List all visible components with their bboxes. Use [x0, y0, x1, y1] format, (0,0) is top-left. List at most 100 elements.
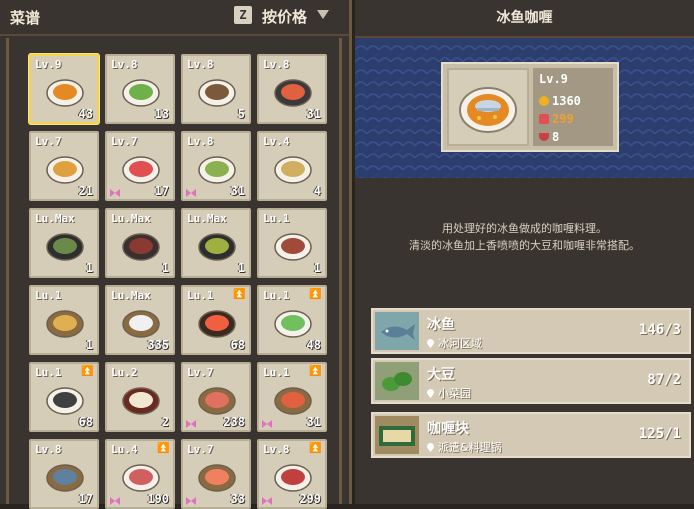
location-pin-icon: [427, 339, 434, 348]
ingredient-row-curry-block[interactable]: 咖喱块 派遣&料理锅 125/1: [371, 412, 691, 458]
location-pin-icon: [427, 389, 434, 398]
recipe-slot[interactable]: Lv.8 31: [257, 54, 327, 124]
recipe-level: Lu.1: [35, 289, 62, 302]
recipe-slot[interactable]: Lv.8 13: [105, 54, 175, 124]
recipe-slot[interactable]: Lu.Max 1: [181, 208, 251, 278]
recipe-count: 1: [85, 338, 93, 352]
ingredient-amount: 87/2: [647, 372, 681, 388]
recipe-slot[interactable]: Lv.7 238: [181, 362, 251, 432]
selected-dish-image: [447, 68, 529, 146]
ham-plate-icon: [122, 464, 160, 492]
sort-dropdown[interactable]: 按价格: [262, 6, 307, 27]
recipe-count: 4: [313, 184, 321, 198]
recipe-slot[interactable]: Lv.7 33: [181, 439, 251, 509]
meat-board-icon: [198, 387, 236, 415]
recipe-count: 31: [306, 107, 321, 121]
recipe-slot[interactable]: Lu.1 1: [29, 285, 99, 355]
ribbon-bow-icon: [186, 189, 196, 197]
recipe-slot[interactable]: Lv.9 43: [29, 54, 99, 124]
ribbon-bow-icon: [262, 420, 272, 428]
fried-fish-plate-icon: [46, 156, 84, 184]
recipe-count: 335: [147, 338, 169, 352]
nigiri-plate-icon: [46, 387, 84, 415]
recipe-slot[interactable]: Lu.1 1: [257, 208, 327, 278]
ingredient-row-soybean[interactable]: 大豆 小菜园 87/2: [371, 358, 691, 404]
recipe-slot[interactable]: Lu.4 ⏫ 190: [105, 439, 175, 509]
recipe-slot[interactable]: Lv.8 5: [181, 54, 251, 124]
recipe-level: Lu.Max: [111, 289, 151, 302]
recipe-level: Lv.8: [263, 443, 290, 456]
recipe-panel-header: 菜谱 Z 按价格: [0, 0, 349, 36]
recipe-count: 68: [78, 415, 93, 429]
dish-description-line-2: 清淡的冰鱼加上香喷喷的大豆和咖喱非常搭配。: [409, 239, 640, 252]
dish-bowls-value: 8: [552, 130, 560, 144]
dish-level: Lv.9: [539, 72, 568, 86]
recipe-slot[interactable]: Lu.1 ⏫ 68: [181, 285, 251, 355]
upgrade-arrow-icon: ⏫: [309, 366, 322, 377]
curry-block-icon: [375, 416, 419, 454]
sushi-platter-icon: [274, 79, 312, 107]
recipe-count: 31: [306, 415, 321, 429]
recipe-slot[interactable]: Lu.1 ⏫ 68: [29, 362, 99, 432]
sushi-rolls-icon: [274, 156, 312, 184]
roast-platter-icon: [274, 233, 312, 261]
ingredient-amount: 146/3: [638, 322, 681, 338]
recipe-count: 43: [78, 107, 93, 121]
recipe-count: 17: [154, 184, 169, 198]
heart-icon: [539, 114, 549, 124]
recipe-slot[interactable]: Lu.2 2: [105, 362, 175, 432]
location-pin-icon: [427, 443, 434, 452]
recipe-slot[interactable]: Lv.8 31: [181, 131, 251, 201]
ribbon-bow-icon: [110, 189, 120, 197]
ribbon-bow-icon: [186, 420, 196, 428]
dish-description-line-1: 用处理好的冰鱼做成的咖喱料理。: [442, 222, 607, 235]
recipe-level: Lu.1: [35, 366, 62, 379]
sushi-tray-icon: [274, 387, 312, 415]
ingredient-name: 咖喱块: [427, 421, 469, 437]
salad-plate-icon: [122, 79, 160, 107]
chevron-down-icon[interactable]: [317, 10, 329, 19]
maki-box-icon: [122, 387, 160, 415]
fish-curry-plate-icon: [46, 79, 84, 107]
veg-dark-bowl-icon: [198, 233, 236, 261]
recipe-count: 238: [223, 415, 245, 429]
recipe-slot[interactable]: Lu.Max 1: [105, 208, 175, 278]
recipe-level: Lu.1: [263, 366, 290, 379]
recipe-slot[interactable]: Lv.7 17: [105, 131, 175, 201]
dish-hearts: 299: [539, 112, 574, 126]
recipe-level: Lu.1: [263, 212, 290, 225]
recipe-panel: 菜谱 Z 按价格 Lv.9 43 Lv.8 13 Lv.8 5 Lv.8 31 Lv.7 21 Lv…: [0, 0, 352, 509]
recipe-level: Lv.8: [187, 58, 214, 71]
sashimi-plate-icon: [122, 156, 160, 184]
tuna-plate-icon: [274, 464, 312, 492]
detail-banner: Lv.9 1360 299 8: [355, 38, 694, 178]
upgrade-arrow-icon: ⏫: [157, 443, 170, 454]
recipe-detail-panel: 冰鱼咖喱 Lv.9 1360 299 8 用处理好的冰鱼做成的咖喱料理。 清淡的…: [355, 0, 694, 504]
recipe-slot[interactable]: Lv.8 ⏫ 299: [257, 439, 327, 509]
ingredient-location: 冰河区域: [427, 335, 482, 351]
recipe-slot[interactable]: Lu.Max 1: [29, 208, 99, 278]
ingredient-row-ice-fish[interactable]: 冰鱼 冰河区域 146/3: [371, 308, 691, 354]
recipe-level: Lu.1: [263, 289, 290, 302]
ingredient-name: 大豆: [427, 367, 455, 383]
recipe-slot[interactable]: Lu.1 ⏫ 31: [257, 362, 327, 432]
recipe-level: Lv.7: [35, 135, 62, 148]
recipe-slot[interactable]: Lu.Max 335: [105, 285, 175, 355]
dish-price-value: 1360: [552, 94, 581, 108]
recipe-slot[interactable]: Lv.7 21: [29, 131, 99, 201]
recipe-count: 21: [78, 184, 93, 198]
recipe-level: Lu.4: [111, 443, 138, 456]
recipe-grid-frame: Lv.9 43 Lv.8 13 Lv.8 5 Lv.8 31 Lv.7 21 Lv.7 17 Lv.8 3…: [6, 38, 342, 509]
recipe-level: Lv.7: [187, 443, 214, 456]
dark-bowl-icon: [46, 233, 84, 261]
sort-key-hint: Z: [234, 6, 252, 24]
bowl-icon: [539, 133, 549, 141]
upgrade-arrow-icon: ⏫: [309, 443, 322, 454]
recipe-slot[interactable]: Lv.8 17: [29, 439, 99, 509]
recipe-level: Lu.2: [111, 366, 138, 379]
recipe-level: Lv.7: [111, 135, 138, 148]
coin-icon: [539, 96, 549, 106]
recipe-slot[interactable]: Lv.4 4: [257, 131, 327, 201]
recipe-level: Lu.Max: [35, 212, 75, 225]
recipe-slot[interactable]: Lu.1 ⏫ 48: [257, 285, 327, 355]
